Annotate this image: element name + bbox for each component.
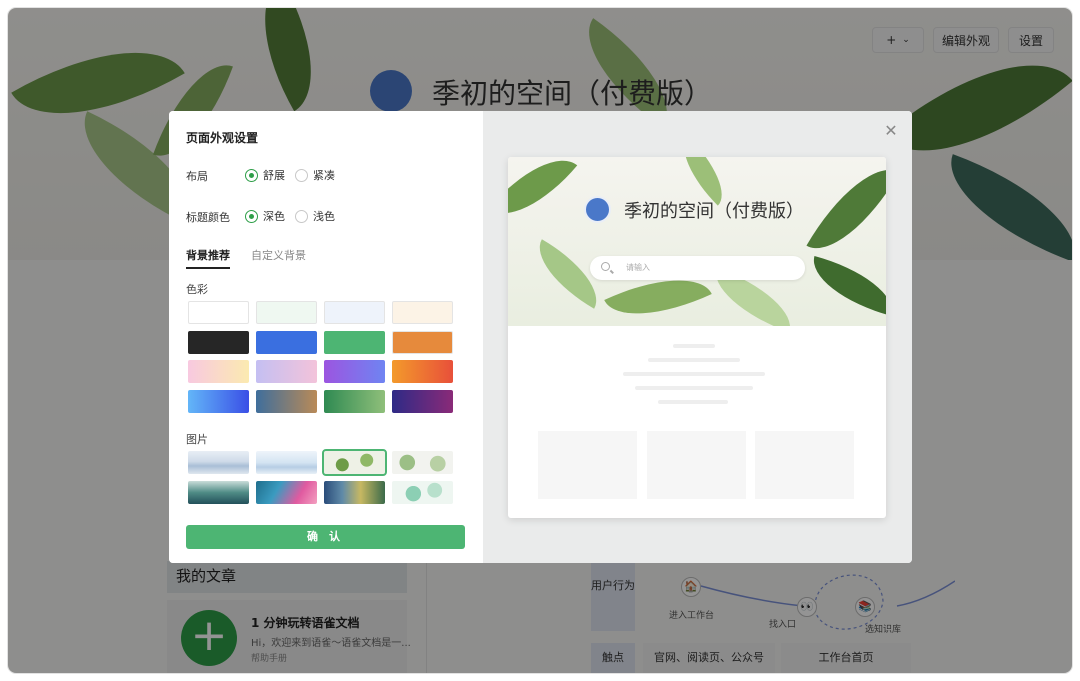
title-color-label: 标题颜色 — [186, 211, 230, 224]
image-thumb-aurora-pink[interactable] — [256, 481, 317, 504]
image-thumb-leaves-mint[interactable] — [392, 481, 453, 504]
color-swatch[interactable] — [392, 390, 453, 413]
color-swatch[interactable] — [188, 301, 249, 324]
radio-icon — [295, 168, 308, 182]
color-swatch[interactable] — [188, 390, 249, 413]
globe-icon — [584, 196, 611, 223]
image-thumb-leaves-green[interactable] — [322, 449, 387, 476]
skeleton-line — [635, 386, 753, 390]
image-thumb-mountains-blue[interactable] — [188, 451, 249, 474]
color-swatch[interactable] — [256, 301, 317, 324]
color-swatch[interactable] — [256, 360, 317, 383]
leaf-decoration — [804, 256, 886, 316]
skeleton-card — [538, 431, 637, 499]
image-thumb-forest-painting[interactable] — [324, 481, 385, 504]
color-swatch[interactable] — [392, 360, 453, 383]
color-swatch[interactable] — [188, 360, 249, 383]
image-thumb-mountains-light[interactable] — [256, 451, 317, 474]
color-swatch[interactable] — [256, 390, 317, 413]
layout-option-compact[interactable]: 紧凑 — [295, 167, 335, 183]
color-swatch[interactable] — [324, 390, 385, 413]
image-thumb-mountains-teal[interactable] — [188, 481, 249, 504]
title-color-light[interactable]: 浅色 — [295, 208, 335, 224]
close-icon[interactable]: ✕ — [884, 123, 898, 139]
tab-recommended-backgrounds[interactable]: 背景推荐 — [186, 247, 230, 269]
color-swatch[interactable] — [256, 331, 317, 354]
leaf-decoration — [806, 157, 886, 268]
settings-panel: 页面外观设置 布局 舒展 紧凑 标题颜色 深色 浅色 背景推荐 自定义背景 色彩 — [169, 111, 483, 563]
preview-banner: 季初的空间（付费版） 请输入 — [508, 157, 886, 326]
app-window: + ⌄ 编辑外观 设置 季初的空间（付费版） 我的文章 + 1 分钟玩转语雀文档… — [8, 8, 1072, 673]
preview-card: 季初的空间（付费版） 请输入 — [508, 157, 886, 518]
colors-label: 色彩 — [186, 283, 208, 296]
color-swatch[interactable] — [188, 331, 249, 354]
color-swatch[interactable] — [392, 301, 453, 324]
skeleton-line — [673, 344, 715, 348]
preview-space-title: 季初的空间（付费版） — [624, 201, 804, 222]
radio-icon — [295, 209, 308, 223]
skeleton-line — [648, 358, 740, 362]
skeleton-card — [647, 431, 746, 499]
layout-label: 布局 — [186, 170, 208, 183]
leaf-decoration — [508, 157, 578, 235]
title-color-dark[interactable]: 深色 — [245, 208, 285, 224]
color-swatch[interactable] — [392, 331, 453, 354]
preview-area: ✕ 季初的空间（付费版） 请输入 — [483, 111, 912, 563]
modal-title: 页面外观设置 — [186, 131, 259, 145]
color-swatch[interactable] — [324, 331, 385, 354]
skeleton-card — [755, 431, 854, 499]
confirm-button[interactable]: 确 认 — [186, 525, 465, 549]
skeleton-line — [623, 372, 765, 376]
skeleton-line — [658, 400, 728, 404]
radio-checked-icon — [245, 168, 258, 182]
color-swatch[interactable] — [324, 360, 385, 383]
tab-custom-background[interactable]: 自定义背景 — [251, 247, 306, 263]
image-thumb-leaves-white[interactable] — [392, 451, 453, 474]
preview-search-box: 请输入 — [590, 256, 805, 280]
images-label: 图片 — [186, 433, 208, 446]
appearance-modal: 页面外观设置 布局 舒展 紧凑 标题颜色 深色 浅色 背景推荐 自定义背景 色彩 — [169, 111, 912, 563]
search-icon — [601, 262, 610, 271]
layout-option-expanded[interactable]: 舒展 — [245, 167, 285, 183]
radio-checked-icon — [245, 209, 258, 223]
preview-search-placeholder: 请输入 — [626, 263, 650, 272]
color-swatch[interactable] — [324, 301, 385, 324]
